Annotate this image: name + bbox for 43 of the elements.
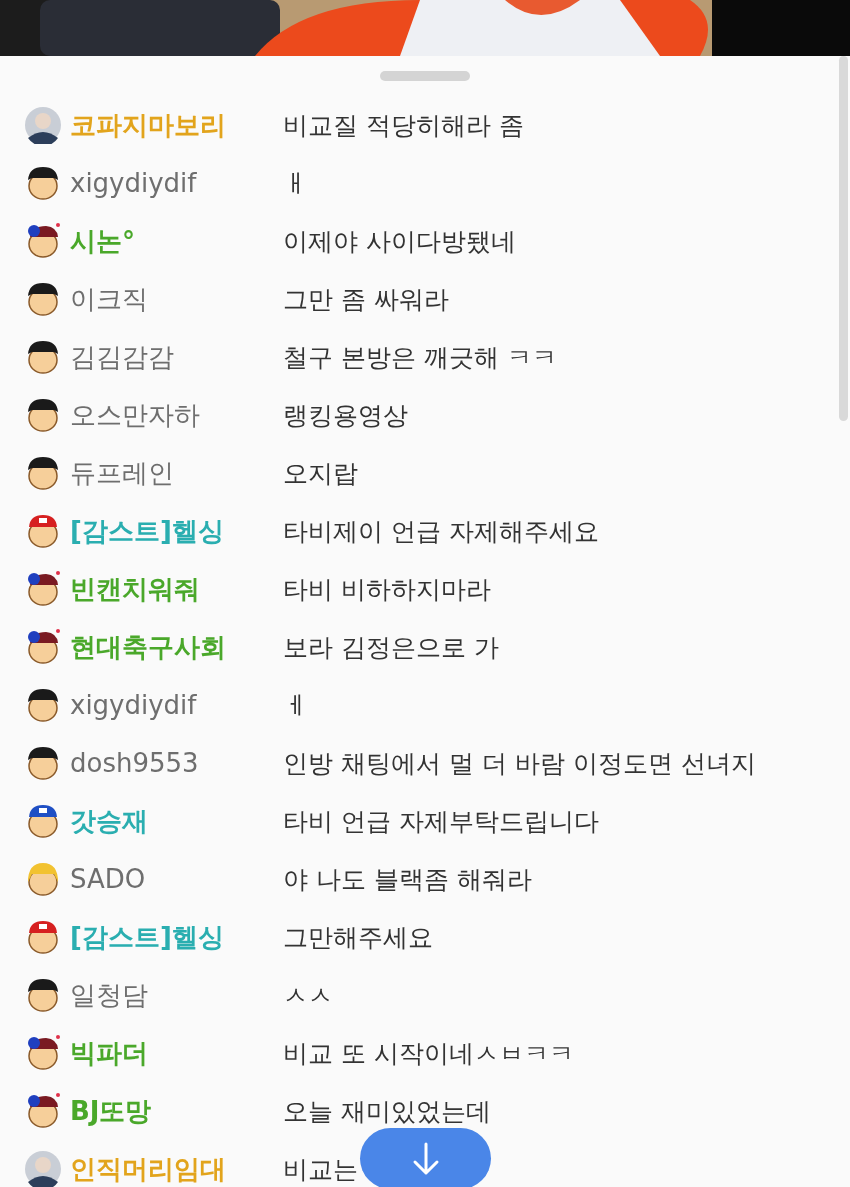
chat-message: 인방 채팅에서 멀 더 바람 이정도면 선녀지 xyxy=(283,747,756,780)
chat-message: 이제야 사이다방됐네 xyxy=(283,225,516,258)
user-name[interactable]: SADO xyxy=(70,864,275,894)
user-name[interactable]: 코파지마보리 xyxy=(70,107,275,143)
chat-message: 그만 좀 싸워라 xyxy=(283,283,449,316)
chat-message: 타비제이 언급 자제해주세요 xyxy=(283,515,599,548)
user-name[interactable]: 김김감감 xyxy=(70,339,275,375)
chat-message: 랭킹용영상 xyxy=(283,399,408,432)
chat-message: 야 나도 블랙좀 해줘라 xyxy=(283,863,532,896)
chat-message: 타비 언급 자제부탁드립니다 xyxy=(283,805,599,838)
drag-handle[interactable] xyxy=(380,71,470,81)
chat-message: ㅅㅅ xyxy=(283,979,333,1012)
user-name[interactable]: 이크직 xyxy=(70,281,275,317)
user-name[interactable]: [감스트]헬싱 xyxy=(70,513,275,549)
user-avatar xyxy=(24,1150,62,1187)
user-avatar xyxy=(24,106,62,144)
user-name[interactable]: 일청담 xyxy=(70,977,275,1013)
user-name[interactable]: 인직머리임대 xyxy=(70,1151,275,1187)
chat-message: 그만해주세요 xyxy=(283,921,433,954)
chat-message: 보라 김정은으로 가 xyxy=(283,631,499,664)
user-name[interactable]: 시논° xyxy=(70,223,275,259)
chat-message: 오늘 재미있었는데 xyxy=(283,1095,491,1128)
scrollbar[interactable] xyxy=(839,56,848,421)
user-name[interactable]: 오스만자하 xyxy=(70,397,275,433)
chat-message: ㅔ xyxy=(283,689,308,722)
user-name[interactable]: xigydiydif xyxy=(70,168,275,198)
chat-message: 비교질 적당히해라 좀 xyxy=(283,109,524,142)
user-name[interactable]: BJ또망 xyxy=(70,1093,275,1129)
chat-message: 비교는 xyxy=(283,1153,358,1186)
chat-message: 타비 비하하지마라 xyxy=(283,573,491,606)
user-name[interactable]: dosh9553 xyxy=(70,748,275,778)
user-name[interactable]: xigydiydif xyxy=(70,690,275,720)
chat-message: 비교 또 시작이네ㅅㅂㅋㅋ xyxy=(283,1037,574,1070)
user-name[interactable]: [감스트]헬싱 xyxy=(70,919,275,955)
chat-message: 철구 본방은 깨긋해 ㅋㅋ xyxy=(283,341,557,374)
chat-message: ㅐ xyxy=(283,167,308,200)
user-name[interactable]: 갓승재 xyxy=(70,803,275,839)
user-name[interactable]: 빅파더 xyxy=(70,1035,275,1071)
user-name[interactable]: 빈캔치워줘 xyxy=(70,571,275,607)
user-name[interactable]: 현대축구사회 xyxy=(70,629,275,665)
chat-message: 오지랍 xyxy=(283,457,358,490)
scroll-down-button[interactable] xyxy=(360,1128,491,1187)
user-name[interactable]: 듀프레인 xyxy=(70,455,275,491)
